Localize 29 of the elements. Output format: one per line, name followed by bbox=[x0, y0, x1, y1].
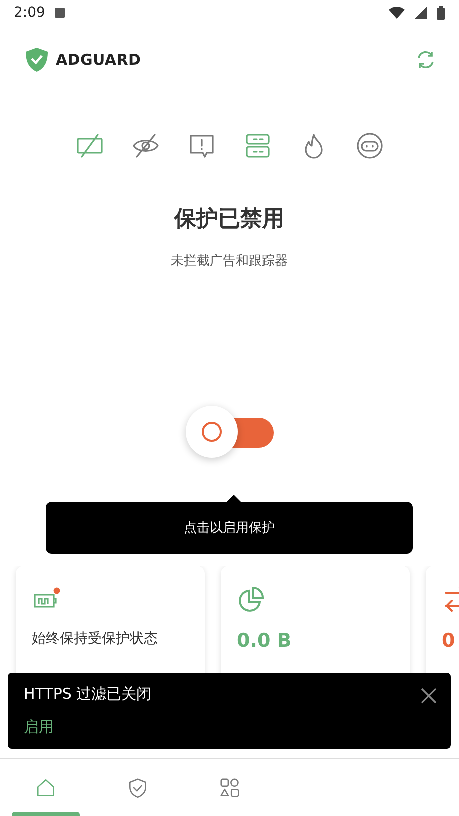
protection-status-title: 保护已禁用 bbox=[173, 206, 286, 234]
card-value: 0 bbox=[442, 630, 456, 652]
status-time: 2:09 bbox=[14, 5, 46, 21]
shield-logo-icon bbox=[24, 47, 50, 73]
alert-message-icon[interactable] bbox=[188, 132, 216, 160]
mask-icon[interactable] bbox=[356, 132, 384, 160]
pie-chart-icon bbox=[237, 586, 265, 614]
app-name: ADGUARD bbox=[56, 51, 142, 69]
crossed-screen-icon[interactable] bbox=[76, 132, 104, 160]
crossed-eye-icon[interactable] bbox=[132, 132, 160, 160]
protection-switch[interactable] bbox=[186, 406, 274, 458]
card-value: 0.0 B bbox=[237, 630, 293, 652]
card-text: 始终保持受保护状态 bbox=[32, 630, 159, 648]
battery-status-icon bbox=[437, 6, 445, 20]
shield-check-icon bbox=[127, 777, 149, 799]
tooltip: 点击以启用保护 bbox=[46, 502, 413, 554]
battery-icon bbox=[32, 586, 62, 610]
home-icon bbox=[35, 777, 57, 799]
protection-status-subtitle: 未拦截广告和跟踪器 bbox=[170, 253, 289, 270]
snackbar-message: HTTPS 过滤已关闭 bbox=[24, 685, 152, 704]
apps-icon bbox=[219, 777, 241, 799]
server-icon[interactable] bbox=[244, 132, 272, 160]
signal-icon bbox=[415, 7, 427, 19]
close-button[interactable] bbox=[421, 688, 437, 704]
close-icon bbox=[421, 688, 437, 704]
wifi-icon bbox=[389, 7, 405, 19]
notification-icon bbox=[55, 8, 66, 18]
refresh-icon[interactable] bbox=[415, 49, 437, 71]
enable-link[interactable]: 启用 bbox=[24, 718, 54, 737]
